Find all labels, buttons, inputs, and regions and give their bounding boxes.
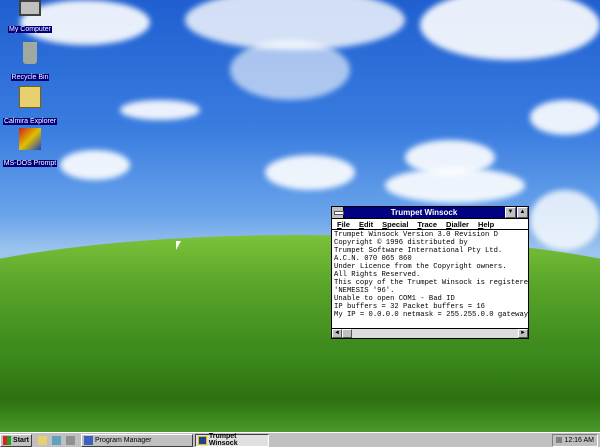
log-line: Trumpet Winsock Version 3.0 Revision D: [334, 231, 498, 239]
log-line: This copy of the Trumpet Winsock is regi…: [334, 279, 528, 287]
scroll-track[interactable]: [342, 329, 518, 338]
log-line: My IP = 0.0.0.0 netmask = 255.255.0.0 ga…: [334, 311, 528, 319]
horizontal-scrollbar[interactable]: ◄ ►: [332, 328, 528, 338]
quick-launch: [38, 435, 75, 445]
start-button[interactable]: Start: [0, 433, 32, 447]
task-trumpet-winsock[interactable]: Trumpet Winsock: [195, 433, 269, 447]
mouse-cursor: [176, 241, 181, 250]
scroll-thumb[interactable]: [342, 329, 352, 338]
menu-special[interactable]: Special: [382, 220, 408, 229]
menu-edit[interactable]: Edit: [359, 220, 373, 229]
log-output: Trumpet Winsock Version 3.0 Revision D Co…: [332, 230, 528, 328]
desktop-icon-calmira-explorer[interactable]: Calmira Explorer: [2, 86, 58, 128]
log-line: A.C.N. 070 065 860: [334, 255, 412, 263]
task-program-manager[interactable]: Program Manager: [81, 433, 193, 447]
network-icon[interactable]: [52, 435, 61, 445]
scroll-right-button[interactable]: ►: [518, 329, 528, 338]
trumpet-icon: [198, 435, 207, 445]
desktop-icon-recycle-bin[interactable]: Recycle Bin: [2, 42, 58, 84]
volume-icon[interactable]: [556, 437, 563, 443]
scroll-left-button[interactable]: ◄: [332, 329, 342, 338]
explorer-icon[interactable]: [38, 435, 47, 445]
program-manager-icon: [84, 435, 93, 445]
minimize-button[interactable]: ▼: [505, 207, 516, 218]
log-line: Trumpet Software International Pty Ltd.: [334, 247, 503, 255]
log-line: IP buffers = 32 Packet buffers = 16: [334, 303, 485, 311]
folder-magnifier-icon: [19, 86, 41, 108]
window-title: Trumpet Winsock: [390, 208, 458, 217]
printer-icon[interactable]: [66, 435, 75, 445]
menu-file[interactable]: File: [337, 220, 350, 229]
windows-logo-icon: [3, 435, 12, 445]
menu-trace[interactable]: Trace: [417, 220, 437, 229]
system-menu-button[interactable]: [332, 207, 344, 218]
menu-bar: File Edit Special Trace Dialler Help: [332, 219, 528, 230]
clock[interactable]: 12:16 AM: [564, 437, 594, 444]
trumpet-winsock-window: Trumpet Winsock ▼ ▲ File Edit Special Tr…: [331, 206, 529, 339]
recycle-bin-icon: [23, 42, 37, 64]
desktop-icon-ms-dos-prompt[interactable]: MS-DOS Prompt: [2, 128, 58, 170]
menu-help[interactable]: Help: [478, 220, 494, 229]
taskbar: Start Program Manager Trumpet Winsock 12…: [0, 432, 600, 447]
log-line: Unable to open COM1 - Bad ID: [334, 295, 455, 303]
system-tray: 12:16 AM: [552, 433, 598, 447]
log-line: All Rights Reserved.: [334, 271, 421, 279]
log-line: 'NEMESIS '96'.: [334, 287, 395, 295]
log-line: Copyright © 1996 distributed by: [334, 239, 468, 247]
log-line: Under Licence from the Copyright owners.: [334, 263, 507, 271]
title-bar[interactable]: Trumpet Winsock ▼ ▲: [332, 207, 528, 219]
maximize-button[interactable]: ▲: [517, 207, 528, 218]
ms-dos-icon: [19, 128, 41, 150]
computer-icon: [19, 0, 41, 16]
desktop-icon-my-computer[interactable]: My Computer: [2, 0, 58, 36]
menu-dialler[interactable]: Dialler: [446, 220, 469, 229]
